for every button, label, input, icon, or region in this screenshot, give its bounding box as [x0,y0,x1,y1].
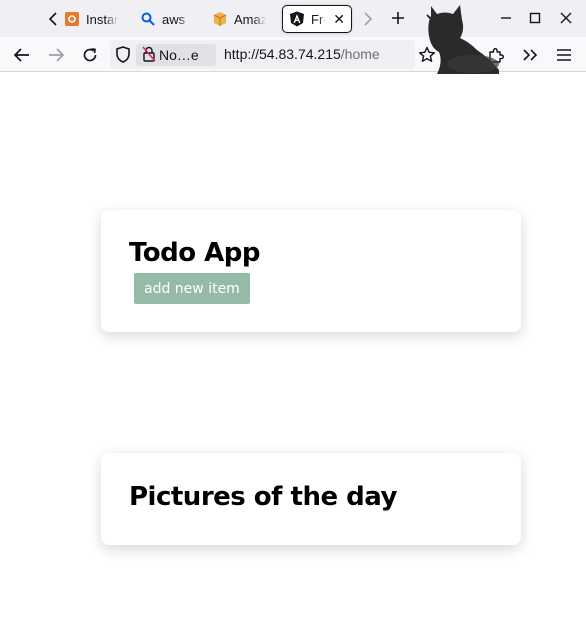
tab-label: Fro [311,11,325,27]
url-text[interactable]: http://54.83.74.215/home [224,46,380,62]
pictures-of-the-day-title: Pictures of the day [129,482,397,512]
identity-label: No…e [159,47,199,63]
tab-label: Amaz [234,11,266,27]
add-new-item-button[interactable]: add new item [134,273,250,304]
todo-app-title: Todo App [129,238,261,268]
reload-icon[interactable] [78,43,102,67]
shield-icon[interactable] [115,46,131,67]
tab-scroll-right-icon[interactable] [358,9,378,29]
new-tab-icon[interactable] [388,8,408,28]
tab-instances[interactable]: Instar [58,5,124,33]
tab-search[interactable]: aws e [134,5,196,33]
url-host: http://54.83.74.215 [224,46,341,62]
maximize-icon[interactable] [525,8,545,28]
forward-arrow-icon[interactable] [44,43,68,67]
package-icon [212,11,228,27]
back-arrow-icon[interactable] [10,43,34,67]
angular-icon [289,11,305,27]
connection-not-secure-badge[interactable]: No…e [136,44,216,66]
tab-label: aws e [162,11,190,27]
close-icon[interactable]: ✕ [333,11,345,28]
window-close-icon[interactable] [556,8,576,28]
insecure-lock-icon [142,45,156,65]
tab-amazon[interactable]: Amaz [206,5,272,33]
instance-icon [64,11,80,27]
hamburger-menu-icon[interactable] [552,43,576,67]
address-bar[interactable]: No…e http://54.83.74.215/home [110,40,415,69]
overflow-chevrons-icon[interactable] [518,43,542,67]
tab-label: Instar [86,11,118,27]
tab-frontend[interactable]: Fro ✕ [282,5,352,33]
search-icon [140,11,156,27]
cat-silhouette-image [423,4,503,74]
todo-app-card: Todo App add new item [101,210,521,332]
pictures-of-the-day-card: Pictures of the day [101,453,521,545]
url-path: /home [340,46,380,62]
